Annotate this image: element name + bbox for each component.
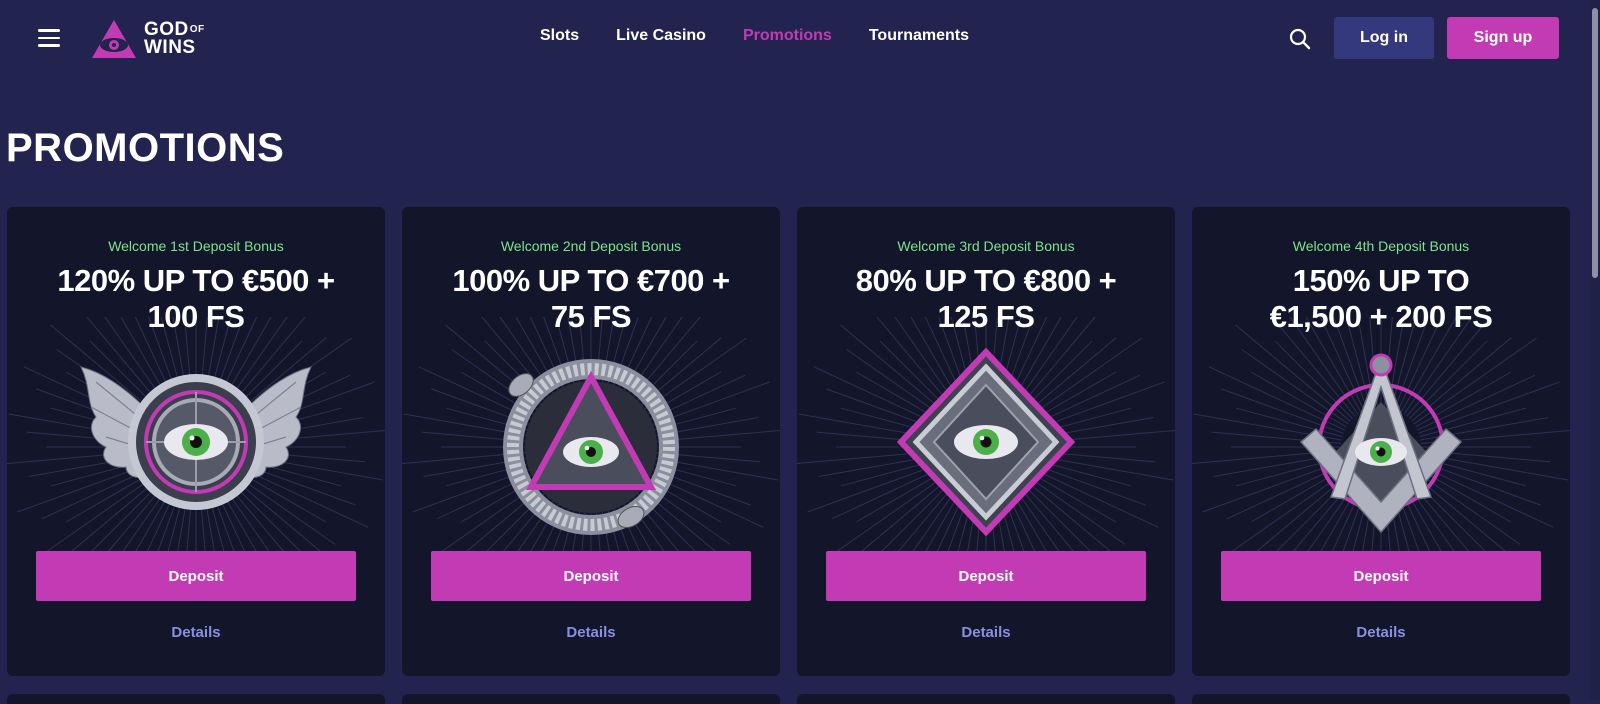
promotion-card: Welcome 3rd Deposit Bonus 80% UP TO €800… bbox=[797, 207, 1175, 676]
details-link[interactable]: Details bbox=[402, 624, 780, 641]
search-icon[interactable] bbox=[1289, 28, 1311, 50]
promotion-title-line2: €1,500 + 200 FS bbox=[1269, 299, 1493, 334]
promotion-title-line1: 100% UP TO €700 + bbox=[452, 263, 730, 298]
promotion-card-stub bbox=[1192, 694, 1570, 704]
promotion-title-line1: 80% UP TO €800 + bbox=[855, 263, 1117, 298]
promotion-title-line1: 150% UP TO bbox=[1292, 263, 1470, 298]
promotion-title-line1: 120% UP TO €500 + bbox=[57, 263, 335, 298]
nav-item-promotions[interactable]: Promotions bbox=[743, 27, 832, 45]
page-title: PROMOTIONS bbox=[6, 126, 285, 170]
promotion-card-stub bbox=[402, 694, 780, 704]
main-nav: Slots Live Casino Promotions Tournaments bbox=[540, 27, 969, 45]
promotion-title: 80% UP TO €800 + 125 FS bbox=[807, 263, 1165, 335]
diamond-eye-emblem-icon bbox=[896, 347, 1076, 537]
promotion-title: 100% UP TO €700 + 75 FS bbox=[412, 263, 770, 335]
promotion-card: Welcome 2nd Deposit Bonus 100% UP TO €70… bbox=[402, 207, 780, 676]
signup-button[interactable]: Sign up bbox=[1447, 17, 1559, 59]
deposit-button[interactable]: Deposit bbox=[1221, 551, 1541, 601]
promotion-card: Welcome 1st Deposit Bonus 120% UP TO €50… bbox=[7, 207, 385, 676]
nav-item-tournaments[interactable]: Tournaments bbox=[869, 27, 969, 45]
deposit-button[interactable]: Deposit bbox=[826, 551, 1146, 601]
promotion-subtitle: Welcome 1st Deposit Bonus bbox=[108, 238, 284, 254]
eye-triangle-logo-icon bbox=[92, 20, 136, 58]
next-row-cards bbox=[7, 694, 1570, 704]
serpent-triangle-eye-emblem-icon bbox=[503, 359, 679, 535]
promotion-title-line2: 125 FS bbox=[937, 299, 1035, 334]
details-link[interactable]: Details bbox=[1192, 624, 1570, 641]
menu-icon[interactable] bbox=[38, 29, 60, 47]
deposit-button[interactable]: Deposit bbox=[431, 551, 751, 601]
page-scrollbar[interactable] bbox=[1590, 0, 1600, 700]
logo-wordmark: GODOF WINS bbox=[144, 20, 205, 58]
promotion-card-stub bbox=[797, 694, 1175, 704]
login-button[interactable]: Log in bbox=[1334, 17, 1434, 59]
details-link[interactable]: Details bbox=[797, 624, 1175, 641]
promotion-title-line2: 100 FS bbox=[147, 299, 245, 334]
site-logo[interactable]: GODOF WINS bbox=[90, 16, 230, 62]
details-link[interactable]: Details bbox=[7, 624, 385, 641]
logo-of: OF bbox=[189, 24, 205, 35]
promotion-card: Welcome 4th Deposit Bonus 150% UP TO €1,… bbox=[1192, 207, 1570, 676]
promotion-subtitle: Welcome 2nd Deposit Bonus bbox=[500, 238, 682, 254]
compass-square-eye-emblem-icon bbox=[1299, 353, 1463, 534]
nav-item-slots[interactable]: Slots bbox=[540, 27, 579, 45]
promotion-subtitle: Welcome 4th Deposit Bonus bbox=[1292, 238, 1470, 254]
promotion-subtitle: Welcome 3rd Deposit Bonus bbox=[897, 238, 1075, 254]
deposit-button[interactable]: Deposit bbox=[36, 551, 356, 601]
nav-item-live-casino[interactable]: Live Casino bbox=[616, 27, 706, 45]
promotion-title: 150% UP TO €1,500 + 200 FS bbox=[1202, 263, 1560, 335]
promotions-grid: Welcome 1st Deposit Bonus 120% UP TO €50… bbox=[7, 207, 1570, 676]
logo-line2: WINS bbox=[144, 37, 196, 58]
winged-eye-emblem-icon bbox=[80, 366, 312, 510]
scrollbar-thumb[interactable] bbox=[1592, 8, 1598, 278]
site-header: GODOF WINS Slots Live Casino Promotions … bbox=[0, 0, 1600, 78]
promotion-card-stub bbox=[7, 694, 385, 704]
promotion-title: 120% UP TO €500 + 100 FS bbox=[17, 263, 375, 335]
promotion-title-line2: 75 FS bbox=[550, 299, 632, 334]
